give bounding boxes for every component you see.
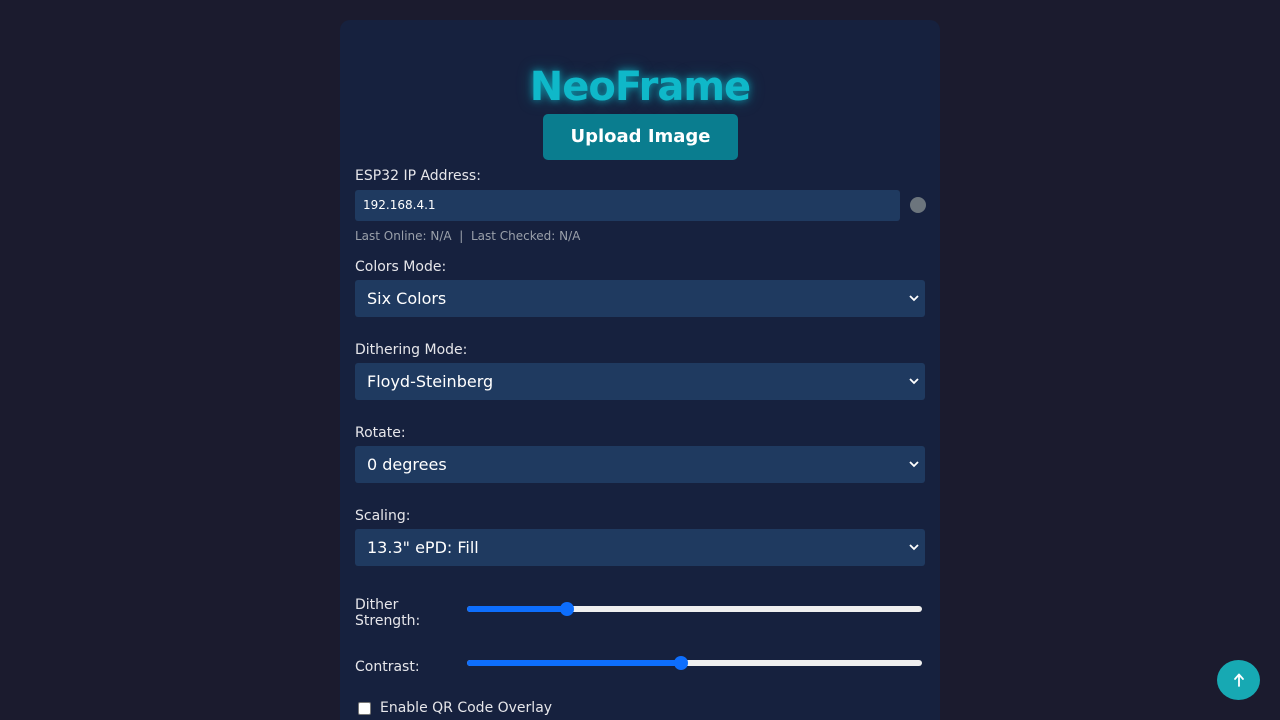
scaling-select[interactable]: 13.3" ePD: Fill: [355, 529, 925, 566]
dithering-mode-value: Floyd-Steinberg: [367, 372, 494, 391]
chevron-down-icon: [907, 446, 921, 483]
scaling-label: Scaling:: [355, 508, 411, 524]
chevron-down-icon: [907, 529, 921, 566]
chevron-down-icon: [907, 280, 921, 317]
last-online-text: Last Online: N/A: [355, 229, 452, 243]
rotate-label: Rotate:: [355, 425, 406, 441]
dither-strength-label: Dither Strength:: [355, 597, 421, 629]
rotate-value: 0 degrees: [367, 455, 447, 474]
contrast-slider[interactable]: [467, 656, 922, 670]
contrast-fill: [467, 660, 681, 666]
qr-overlay-label[interactable]: Enable QR Code Overlay: [380, 700, 552, 716]
dither-strength-thumb[interactable]: [560, 602, 575, 616]
qr-overlay-option[interactable]: Enable QR Code Overlay: [358, 700, 552, 716]
colors-mode-value: Six Colors: [367, 289, 447, 308]
settings-panel: NeoFrame Upload Image ESP32 IP Address: …: [340, 20, 940, 720]
upload-image-button[interactable]: Upload Image: [543, 114, 738, 160]
arrow-up-icon: [1233, 673, 1244, 687]
chevron-down-icon: [907, 363, 921, 400]
scaling-value: 13.3" ePD: Fill: [367, 538, 479, 557]
dither-strength-slider[interactable]: [467, 602, 922, 616]
colors-mode-label: Colors Mode:: [355, 259, 447, 275]
colors-mode-select[interactable]: Six Colors: [355, 280, 925, 317]
contrast-label: Contrast:: [355, 659, 420, 675]
scroll-to-top-button[interactable]: [1217, 660, 1260, 700]
qr-overlay-checkbox[interactable]: [358, 701, 371, 715]
rotate-select[interactable]: 0 degrees: [355, 446, 925, 483]
contrast-thumb[interactable]: [673, 656, 688, 670]
connection-status-indicator: [910, 197, 926, 213]
ip-address-label: ESP32 IP Address:: [355, 168, 481, 184]
dithering-mode-label: Dithering Mode:: [355, 342, 468, 358]
status-separator: |: [459, 229, 464, 243]
last-checked-text: Last Checked: N/A: [470, 229, 581, 243]
dither-strength-fill: [467, 606, 568, 612]
app-title: NeoFrame: [529, 64, 751, 110]
dithering-mode-select[interactable]: Floyd-Steinberg: [355, 363, 925, 400]
ip-address-input[interactable]: 192.168.4.1: [355, 190, 900, 221]
connection-status-text: Last Online: N/A | Last Checked: N/A: [355, 229, 580, 243]
